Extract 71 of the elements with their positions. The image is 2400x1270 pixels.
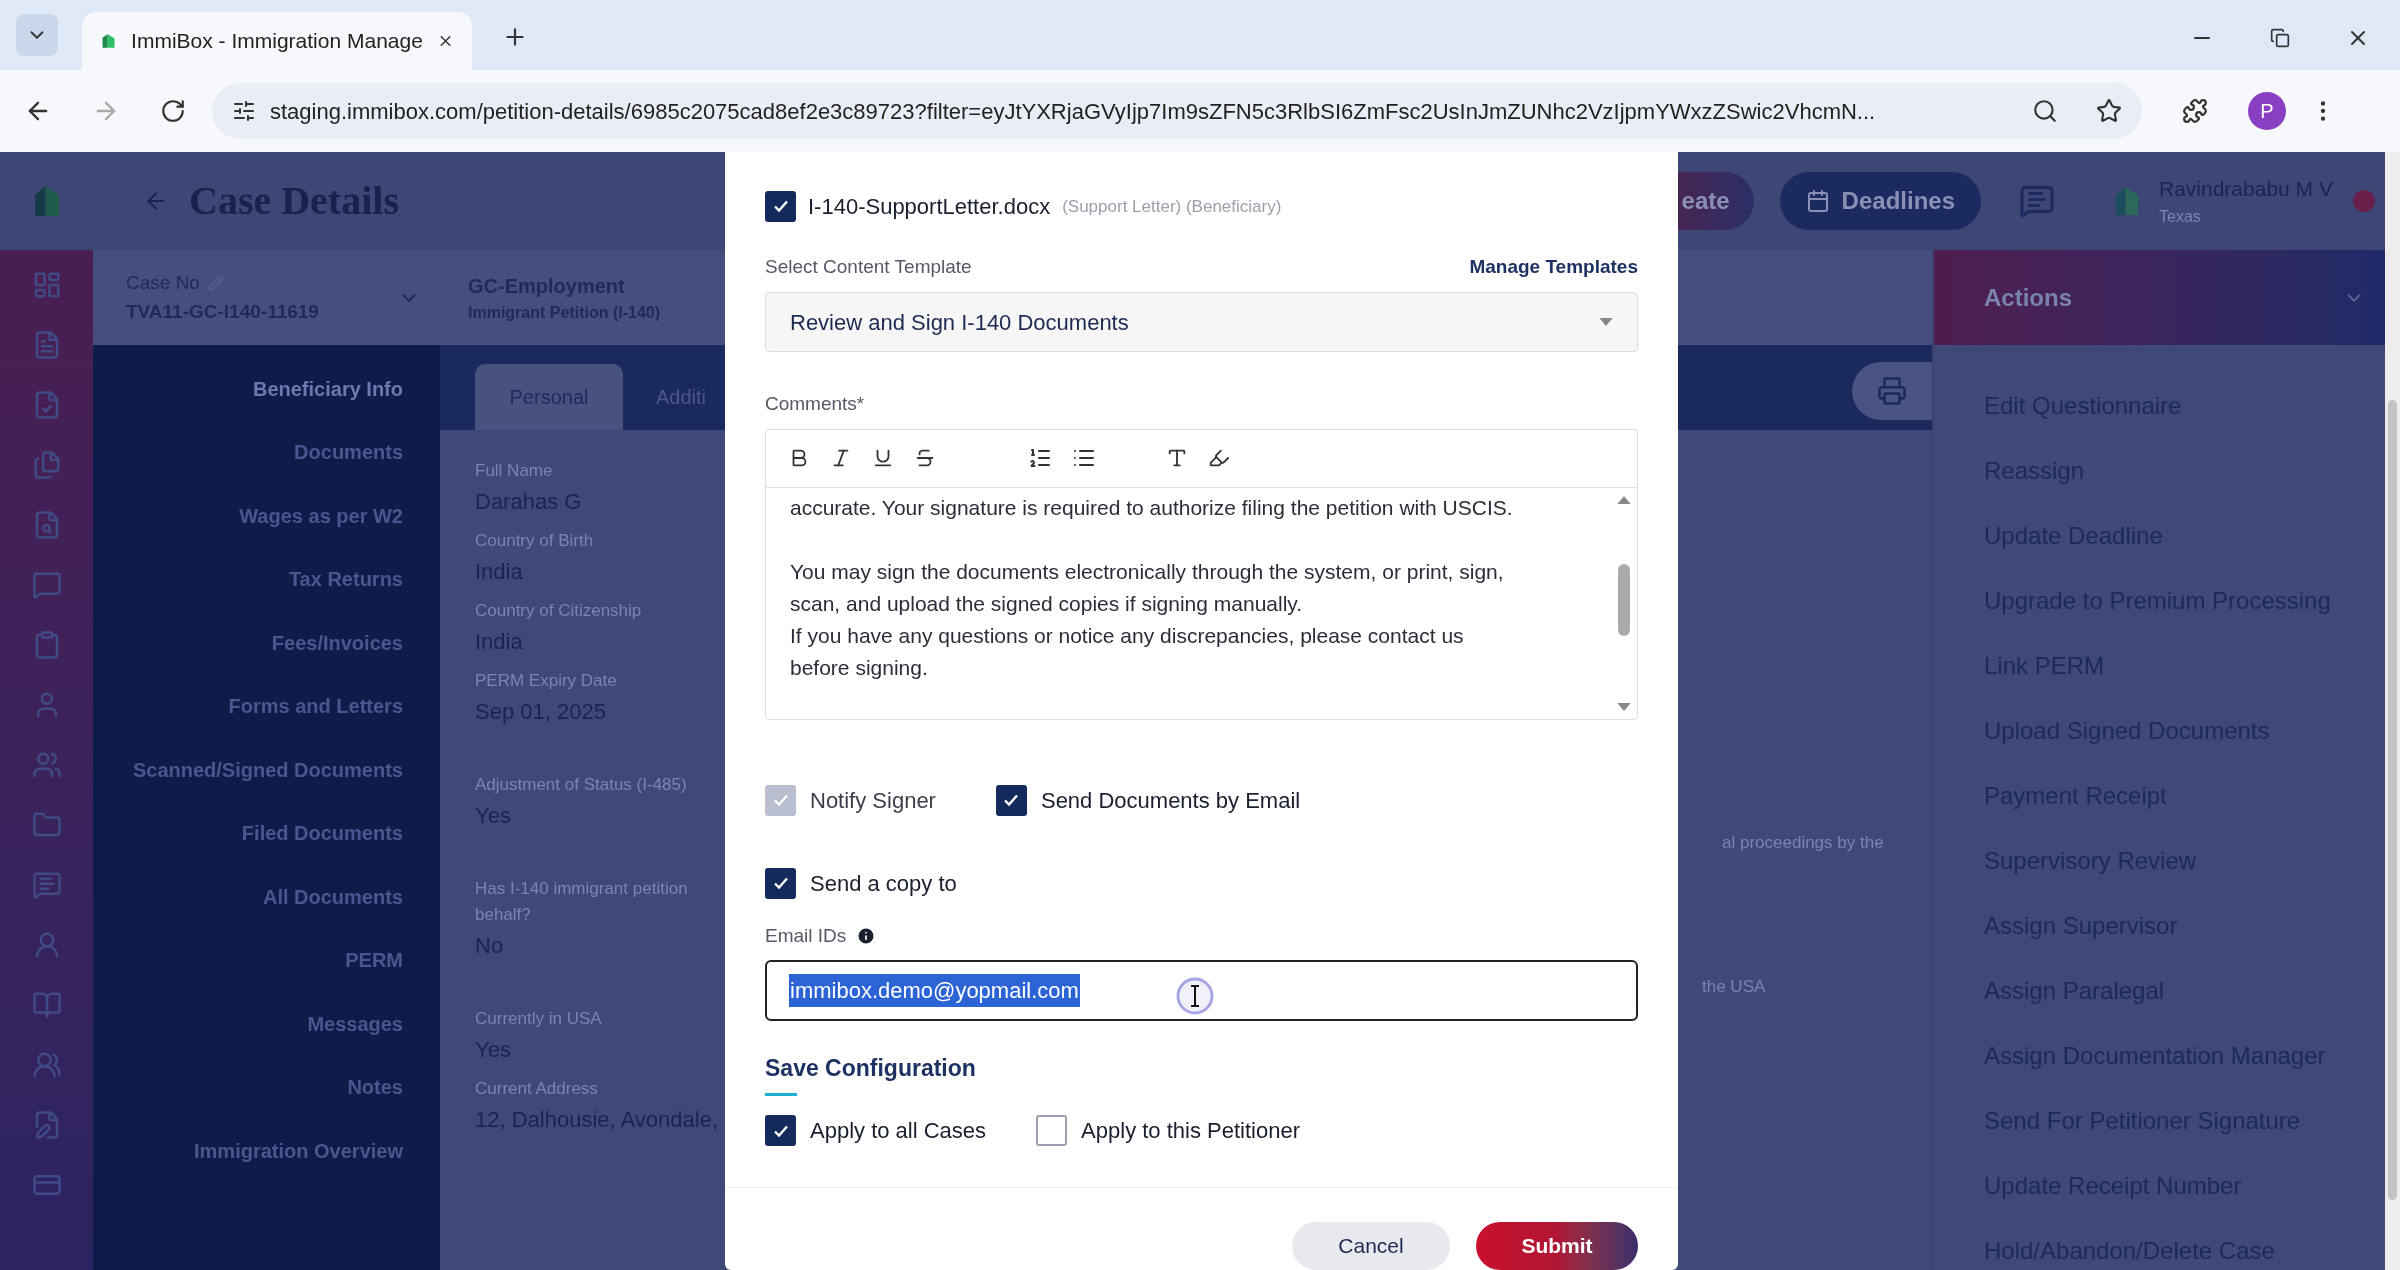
bookmark-icon[interactable] (2096, 98, 2122, 124)
field-label: Select Content Template (765, 255, 972, 280)
scrollbar-thumb[interactable] (1618, 563, 1630, 636)
option-label: Apply to all Cases (810, 1117, 987, 1146)
document-tags: (Support Letter) (Beneficiary) (1062, 193, 1282, 220)
nav-item[interactable]: Filed Documents (241, 801, 403, 865)
nav-item[interactable]: Scanned/Signed Documents (132, 738, 403, 802)
checkbox[interactable] (995, 784, 1027, 816)
actions-header[interactable]: Actions (1934, 250, 2385, 345)
tab-title: ImmiBox - Immigration Manage (131, 28, 423, 55)
address-bar[interactable]: staging.immibox.com/petition-details/6985c2075cad8ef2e3c89723?filter=eyJtYXRjaGVyIjp7Im9sZFN5c3RlbSI6ZmFsc2UsInJmZUNhc2VzIjpmYWxzZSwic2VhcmN... (212, 83, 2142, 139)
field-label: Email IDs (765, 923, 847, 948)
extensions-icon[interactable] (2182, 98, 2208, 124)
field-label: Adjustment of Status (I-485) (475, 774, 688, 796)
tab-list-button[interactable] (16, 14, 58, 56)
field-label: Has I-140 immigrant petition behalf? (475, 878, 689, 926)
manage-templates-link[interactable]: Manage Templates (1469, 253, 1638, 282)
browser-tab[interactable]: ImmiBox - Immigration Manage (82, 12, 472, 70)
calendar-icon (1805, 189, 1830, 213)
scrollbar-thumb[interactable] (2388, 400, 2397, 1200)
scroll-down-icon[interactable] (1617, 702, 1631, 711)
reload-icon[interactable] (160, 98, 186, 124)
field-label: Country of Citizenship (475, 600, 643, 622)
option-label: Send Documents by Email (1040, 786, 1301, 815)
document-name: I-140-SupportLetter.docx (808, 192, 1051, 221)
restore-icon[interactable] (2270, 28, 2290, 48)
checkbox[interactable] (1036, 1115, 1068, 1147)
nav-item[interactable]: Fees/Invoices (271, 611, 403, 675)
print-icon[interactable] (1877, 376, 1907, 406)
nav-item[interactable]: Forms and Letters (228, 674, 403, 738)
text-cursor-icon (1175, 976, 1215, 1017)
comment-paragraph: You may sign the documents electronically through the system, or print, sign, scan, and upload the signed copies if signing manually. (790, 558, 1505, 617)
field-label: Full Name (475, 460, 554, 482)
nav-item[interactable]: Notes (347, 1055, 403, 1119)
nav-item[interactable]: Beneficiary Info (252, 357, 403, 421)
submit-button[interactable]: Submit (1476, 1222, 1638, 1270)
email-field[interactable]: immibox.demo@yopmail.com (765, 960, 1638, 1021)
field-label: al proceedings by the (1721, 832, 1885, 854)
zoom-icon[interactable] (2032, 98, 2058, 124)
profile-avatar[interactable]: P (2248, 92, 2286, 130)
deadlines-button[interactable]: Deadlines (1779, 172, 1981, 230)
nav-item[interactable]: Wages as per W2 (239, 484, 403, 548)
nav-item[interactable]: Documents (294, 420, 403, 484)
checkbox[interactable] (765, 190, 796, 222)
section-title: Save Configuration (765, 1053, 976, 1083)
url-text: staging.immibox.com/petition-details/6985c2075cad8ef2e3c89723?filter=eyJtYXRjaGVyIjp7Im9sZFN5c3RlbSI6ZmFsc2UsInJmZUNhc2VzIjpmYWxzZSwic2VhcmN... (270, 97, 1876, 126)
field-label: Country of Birth (475, 530, 595, 552)
site-settings-icon[interactable] (232, 99, 256, 123)
field-label: PERM Expiry Date (475, 670, 618, 692)
nav-item[interactable]: Messages (307, 992, 403, 1056)
nav-item[interactable]: Tax Returns (288, 547, 403, 611)
field-label: Comments* (765, 392, 866, 417)
option-label: Apply to this Petitioner (1081, 1117, 1300, 1146)
comment-paragraph: accurate. Your signature is required to authorize filing the petition with USCIS. (790, 494, 1514, 521)
scroll-up-icon[interactable] (1617, 495, 1631, 504)
checkbox[interactable] (765, 1115, 796, 1147)
comment-paragraph: If you have any questions or notice any discrepancies, please contact us before signing. (790, 622, 1465, 681)
cancel-button[interactable]: Cancel (1292, 1222, 1450, 1270)
field-label: Current Address (475, 1078, 599, 1100)
option-label: Notify Signer (810, 786, 936, 815)
option-label: Send a copy to (810, 869, 957, 898)
field-label: Currently in USA (475, 1008, 603, 1030)
user-location: Texas (2159, 206, 2202, 227)
checkbox[interactable] (765, 867, 796, 899)
field-label: the USA (1702, 975, 1767, 998)
template-select[interactable]: Review and Sign I-140 Documents (765, 291, 1638, 353)
nav-item[interactable]: All Documents (262, 865, 403, 929)
caret-icon (1599, 318, 1613, 327)
nav-item[interactable]: Immigration Overview (194, 1119, 403, 1183)
nav-item[interactable]: PERM (345, 928, 403, 992)
info-icon[interactable] (856, 926, 877, 947)
